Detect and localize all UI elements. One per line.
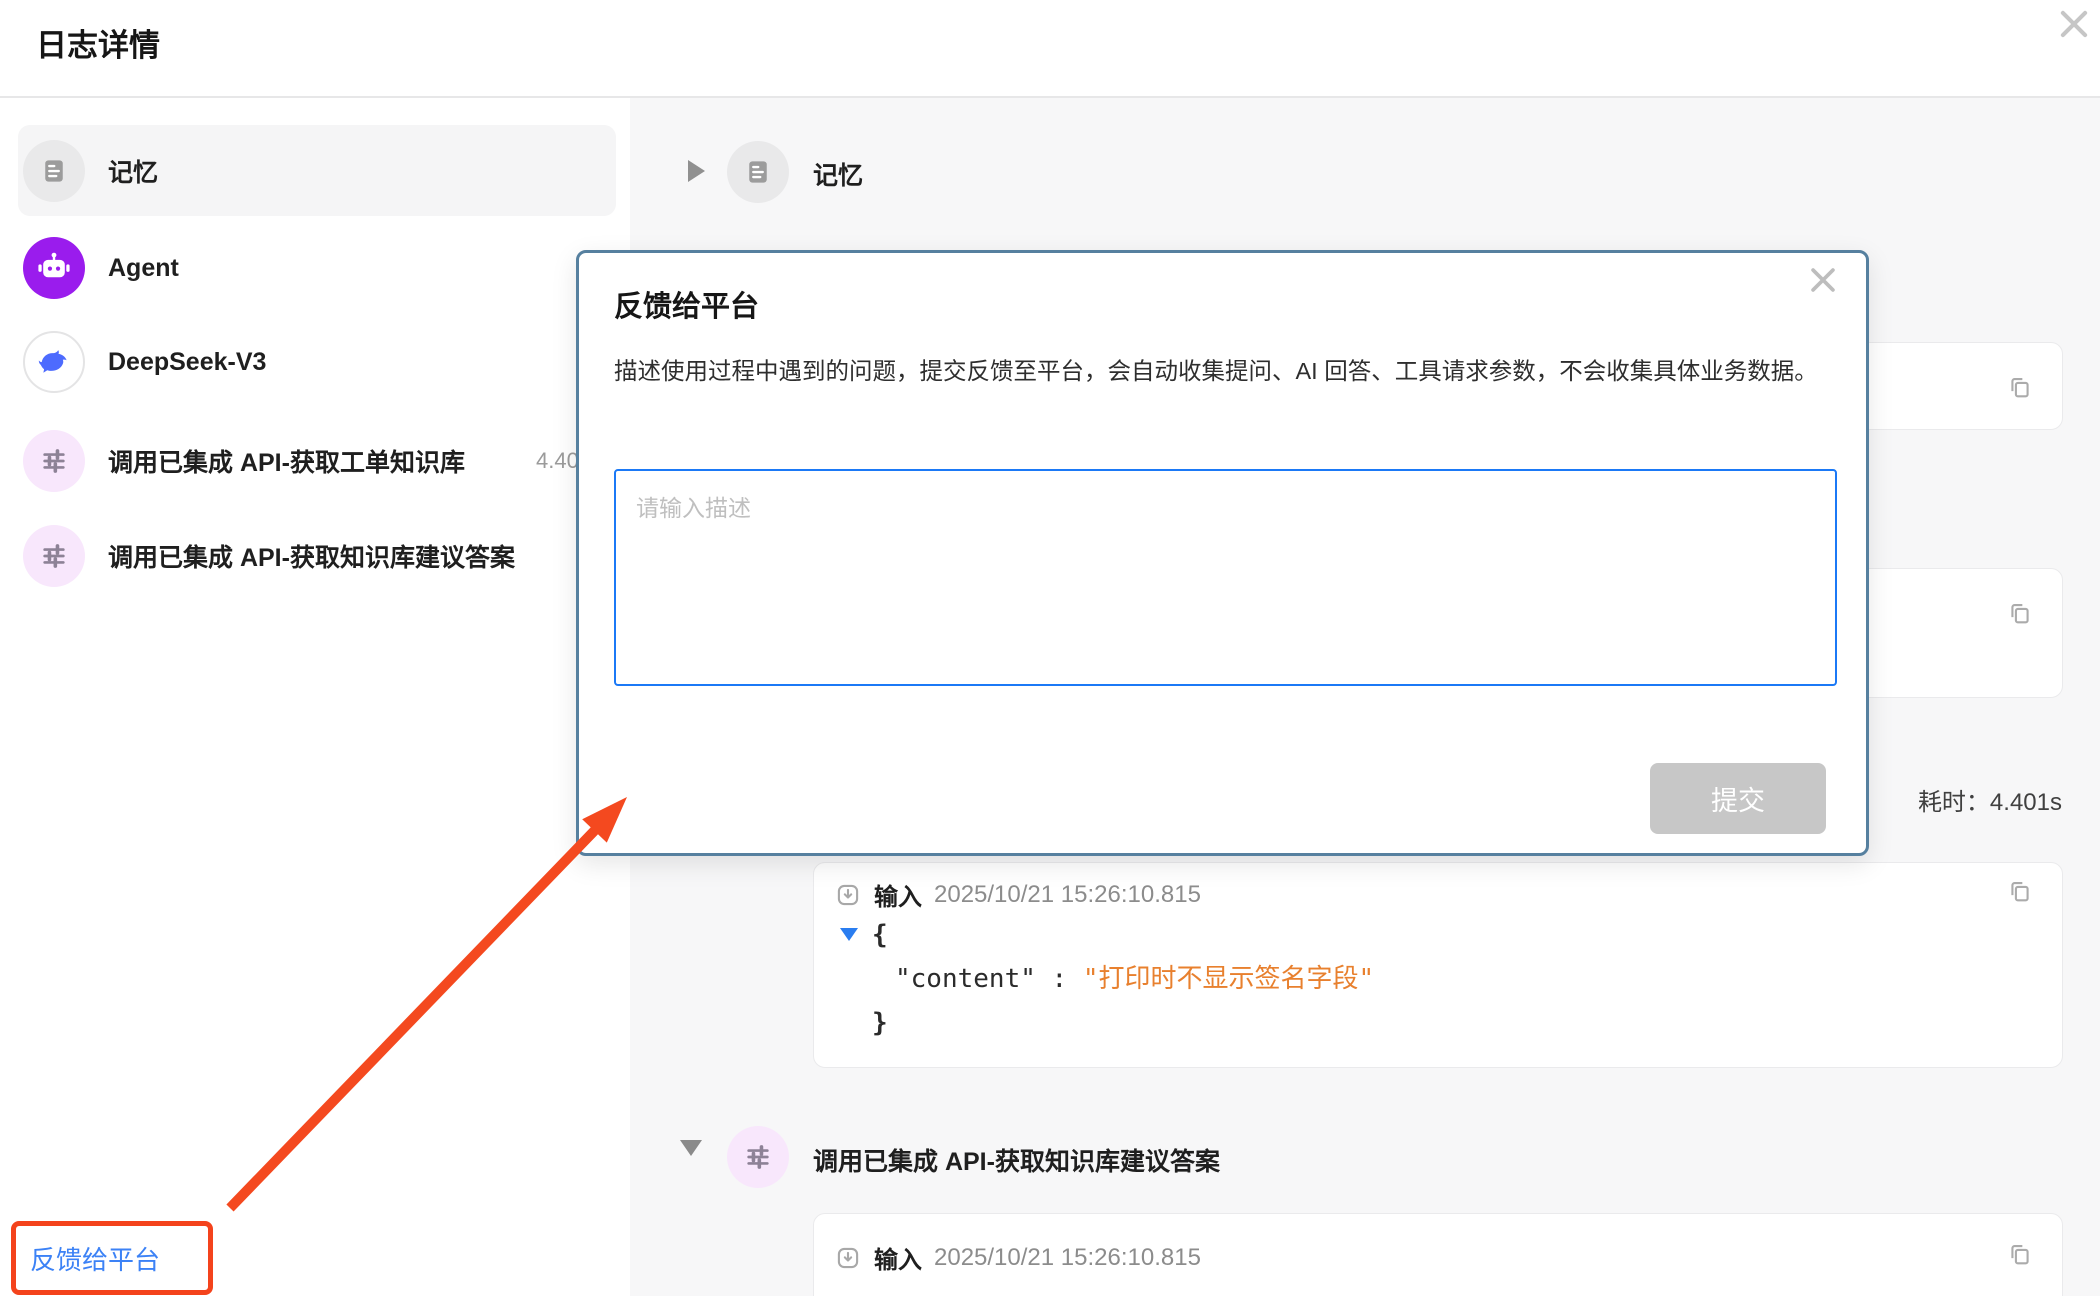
- feedback-description-input[interactable]: [614, 469, 1837, 686]
- close-icon[interactable]: [2050, 0, 2098, 48]
- memo-icon: [23, 140, 85, 202]
- sidebar-item-api-ticket-kb[interactable]: 调用已集成 API-获取工单知识库: [18, 415, 616, 507]
- feedback-modal: 反馈给平台 描述使用过程中遇到的问题，提交反馈至平台，会自动收集提问、AI 回答…: [576, 250, 1869, 856]
- log-detail-window: 日志详情 记忆 耗时：4.401s 输入 2025/10/21 15:26:10…: [0, 0, 2100, 1296]
- copy-icon[interactable]: [2006, 1240, 2034, 1268]
- duration-text: 耗时：4.401s: [1918, 782, 2062, 817]
- json-line-content: "content" : "打印时不显示签名字段": [840, 957, 1374, 1001]
- copy-icon[interactable]: [2006, 599, 2034, 627]
- collapse-toggle-kb-answer[interactable]: [680, 1140, 702, 1156]
- copy-icon[interactable]: [2006, 373, 2034, 401]
- input-timestamp: 2025/10/21 15:26:10.815: [934, 881, 1201, 909]
- page-title: 日志详情: [36, 20, 160, 65]
- annotation-highlight-box: 反馈给平台: [11, 1221, 213, 1295]
- sidebar-item-deepseek[interactable]: DeepSeek-V3: [18, 316, 616, 408]
- json-collapse-icon[interactable]: [840, 928, 858, 941]
- sidebar-item-agent[interactable]: Agent: [18, 222, 616, 314]
- panel-row-memory-label: 记忆: [813, 156, 863, 192]
- sidebar-item-label: 记忆: [108, 153, 158, 189]
- json-line-close: }: [840, 1001, 1374, 1045]
- collapse-toggle-memory[interactable]: [688, 160, 705, 182]
- input-label: 输入: [874, 1240, 922, 1275]
- json-viewer: { "content" : "打印时不显示签名字段" }: [840, 913, 1374, 1045]
- sidebar-item-memory[interactable]: 记忆: [18, 125, 616, 216]
- json-value: "打印时不显示签名字段": [1083, 964, 1374, 994]
- input-arrow-icon: [834, 1244, 862, 1272]
- deepseek-whale-icon: [23, 331, 85, 393]
- json-close-brace: }: [872, 1008, 888, 1038]
- json-colon: :: [1036, 964, 1083, 994]
- modal-description: 描述使用过程中遇到的问题，提交反馈至平台，会自动收集提问、AI 回答、工具请求参…: [614, 351, 1842, 392]
- sidebar-item-label: DeepSeek-V3: [108, 348, 266, 377]
- panel-row-kb-answer-label: 调用已集成 API-获取知识库建议答案: [813, 1142, 1220, 1178]
- sidebar-item-label: Agent: [108, 254, 179, 283]
- json-open-brace: {: [872, 920, 888, 950]
- json-key: "content": [895, 964, 1036, 994]
- input-arrow-icon: [834, 881, 862, 909]
- input-label: 输入: [874, 877, 922, 912]
- modal-close-icon[interactable]: [1806, 263, 1846, 303]
- sidebar-item-api-kb-answer[interactable]: 调用已集成 API-获取知识库建议答案: [18, 510, 616, 602]
- sidebar-item-label: 调用已集成 API-获取工单知识库: [108, 443, 465, 479]
- feedback-platform-link[interactable]: 反馈给平台: [30, 1240, 160, 1277]
- submit-button[interactable]: 提交: [1650, 763, 1826, 834]
- robot-icon: [23, 237, 85, 299]
- modal-title: 反馈给平台: [614, 283, 759, 325]
- copy-icon[interactable]: [2006, 877, 2034, 905]
- memo-icon: [727, 141, 789, 203]
- input-card-2: 输入 2025/10/21 15:26:10.815: [813, 1213, 2063, 1296]
- tune-icon: [23, 525, 85, 587]
- tune-icon: [23, 430, 85, 492]
- input-card: 输入 2025/10/21 15:26:10.815 { "content" :…: [813, 862, 2063, 1068]
- json-line-open: {: [840, 913, 1374, 957]
- input-timestamp: 2025/10/21 15:26:10.815: [934, 1244, 1201, 1272]
- sidebar-item-label: 调用已集成 API-获取知识库建议答案: [108, 538, 515, 574]
- tune-icon: [727, 1126, 789, 1188]
